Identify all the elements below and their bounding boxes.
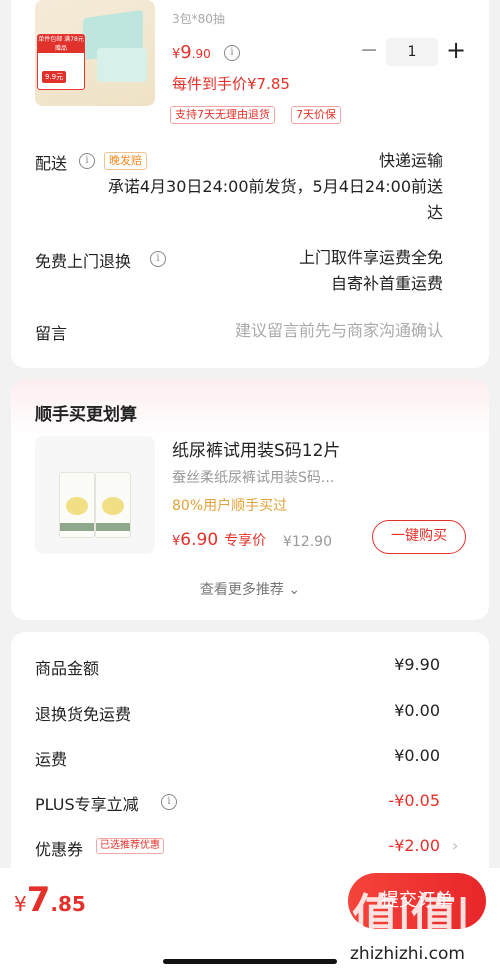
return-policy-chip: 支持7天无理由退货 — [170, 106, 275, 124]
coupon-selected-badge: 已选推荐优惠 — [96, 838, 164, 854]
return-terms: 上门取件享运费全免 自寄补首重运费 — [299, 245, 443, 297]
summary-shipping-label: 运费 — [35, 750, 68, 769]
summary-coupon-label: 优惠券 — [35, 840, 84, 859]
total-integer: 7 — [26, 880, 51, 920]
per-item-price: 每件到手价¥7.85 — [172, 75, 290, 93]
info-icon[interactable]: i — [224, 45, 240, 61]
product-spec: 3包*80抽 — [172, 12, 225, 26]
price-protection-chip: 7天价保 — [291, 106, 341, 124]
decrease-quantity-button[interactable]: − — [360, 38, 378, 63]
total-decimal: .85 — [50, 892, 86, 916]
promo-tag-price: 9.9元 — [42, 71, 67, 83]
recommend-item-subtitle: 蚕丝柔纸尿裤试用装S码... — [172, 470, 335, 486]
delivery-info-icon[interactable]: i — [79, 153, 95, 169]
summary-return-shipping-value: ¥0.00 — [394, 701, 440, 720]
see-more-recommendations[interactable]: 查看更多推荐 ⌄ — [0, 579, 500, 599]
home-indicator[interactable] — [163, 959, 337, 964]
recommend-product-image[interactable] — [35, 436, 155, 554]
price-integer: 9 — [180, 42, 192, 63]
increase-quantity-button[interactable]: + — [446, 36, 466, 64]
total-currency: ¥ — [14, 892, 27, 916]
quantity-input[interactable]: 1 — [386, 38, 438, 66]
recommend-buyers-stat: 80%用户顺手买过 — [172, 498, 288, 514]
message-input[interactable]: 建议留言前先与商家沟通确认 — [235, 318, 443, 344]
late-compensation-badge: 晚发赔 — [104, 152, 147, 170]
recommend-price: ¥6.90 专享价 — [172, 530, 266, 550]
promo-tag-header: 单件包邮 满78元赠品 — [38, 35, 84, 53]
tissue-pack-image-secondary — [97, 48, 147, 82]
delivery-method: 快递运输 — [378, 151, 443, 170]
summary-goods-value: ¥9.90 — [394, 655, 440, 674]
delivery-label: 配送 — [35, 154, 68, 173]
plus-info-icon[interactable]: i — [161, 794, 177, 810]
diaper-pack-image — [59, 472, 95, 538]
product-thumbnail[interactable]: 单件包邮 满78元赠品 9.9元 — [35, 0, 155, 106]
summary-plus-value: -¥0.05 — [388, 791, 440, 810]
total-price: ¥7.85 — [14, 880, 86, 920]
summary-return-shipping-label: 退换货免运费 — [35, 705, 132, 724]
recommend-title: 顺手买更划算 — [35, 405, 137, 425]
chevron-right-icon[interactable]: › — [452, 836, 458, 855]
return-terms-line2: 自寄补首重运费 — [330, 274, 443, 293]
delivery-promise-line1: 承诺4月30日24:00前发货，5月4日24:00前送 — [107, 177, 443, 196]
summary-coupon-value[interactable]: -¥2.00 — [388, 836, 440, 855]
price-decimal: .90 — [191, 47, 211, 61]
delivery-promise-line2: 达 — [426, 203, 443, 222]
free-return-label: 免费上门退换 — [35, 252, 132, 271]
one-click-buy-button[interactable]: 一键购买 — [372, 520, 466, 554]
summary-plus-label: PLUS专享立减 — [35, 795, 139, 814]
promo-tag: 单件包邮 满78元赠品 9.9元 — [37, 34, 85, 90]
watermark-url: zhizhizhi.com — [350, 944, 465, 964]
summary-goods-label: 商品金额 — [35, 659, 100, 678]
return-info-icon[interactable]: i — [150, 251, 166, 267]
recommend-item-title[interactable]: 纸尿裤试用装S码12片 — [172, 436, 340, 461]
summary-shipping-value: ¥0.00 — [394, 746, 440, 765]
diaper-pack-image-secondary — [95, 472, 131, 538]
product-price: ¥9.90 i — [172, 42, 240, 63]
recommend-price-label: 专享价 — [224, 533, 267, 549]
return-terms-line1: 上门取件享运费全免 — [298, 248, 443, 267]
recommend-price-value: 6.90 — [180, 530, 219, 550]
delivery-promise: 承诺4月30日24:00前发货，5月4日24:00前送 达 — [108, 174, 443, 226]
message-label: 留言 — [35, 324, 68, 343]
recommend-original-price: ¥12.90 — [283, 534, 332, 550]
